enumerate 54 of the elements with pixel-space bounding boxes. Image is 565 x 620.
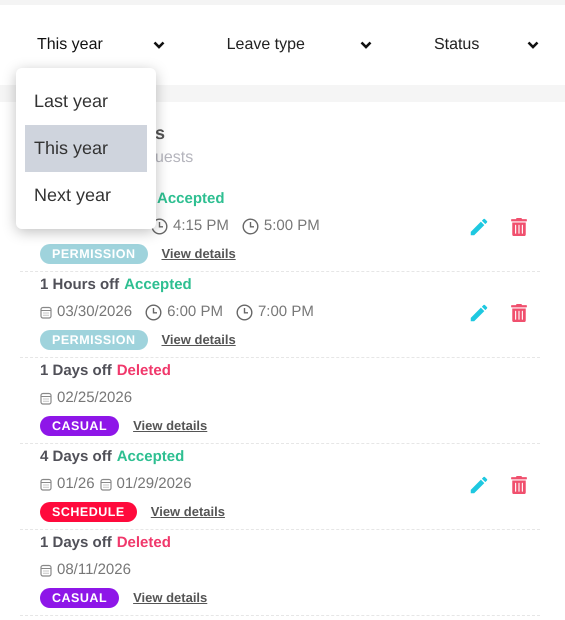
leave-date: 01/29/2026 [116, 475, 192, 493]
leave-status: Accepted [124, 276, 192, 294]
leave-date: 03/30/2026 [57, 303, 132, 321]
delete-icon[interactable] [510, 476, 528, 494]
leave-date: 08/11/2026 [57, 561, 131, 579]
chevron-down-icon [152, 41, 165, 49]
menu-item[interactable]: Last year [25, 78, 147, 125]
filter-dropdown[interactable]: This year [37, 36, 165, 54]
start-date: 01/26 [57, 475, 95, 493]
clock-icon [236, 304, 253, 320]
view-details-link[interactable]: View details [150, 503, 225, 521]
leave-duration: 4 Days off [40, 448, 112, 466]
leave-status: Deleted [116, 534, 171, 552]
calendar-icon [40, 478, 52, 490]
clock-icon [151, 218, 168, 234]
clock-icon [145, 304, 162, 320]
calendar-icon [40, 306, 52, 318]
edit-icon[interactable] [468, 302, 490, 324]
delete-icon[interactable] [510, 218, 528, 236]
leave-duration: 1 Hours off [40, 276, 120, 294]
leave-time: 5:00 PM [264, 217, 320, 235]
leave-date: 02/25/2026 [57, 389, 132, 407]
view-details-link[interactable]: View details [133, 589, 208, 607]
leave-time: 6:00 PM [167, 303, 223, 321]
leave-status: Accepted [116, 448, 184, 466]
leave-type-tag: SCHEDULE [40, 502, 137, 522]
leave-time: 7:00 PM [258, 303, 314, 321]
chevron-down-icon [360, 41, 372, 49]
filter-dropdown[interactable]: Leave type [226, 36, 372, 54]
calendar-icon [40, 564, 52, 576]
edit-icon[interactable] [468, 474, 490, 496]
leave-status: Accepted [157, 190, 225, 208]
chevron-down-icon [527, 41, 539, 49]
leave-type-tag: PERMISSION [40, 330, 148, 350]
leave-type-tag: PERMISSION [40, 244, 148, 264]
view-details-link[interactable]: View details [133, 417, 208, 435]
calendar-icon [100, 478, 112, 490]
view-details-link[interactable]: View details [162, 331, 236, 349]
card-subtitle: uests [155, 148, 194, 167]
leave-time: 4:15 PM [173, 217, 229, 235]
menu-item[interactable]: Next year [25, 172, 147, 219]
leave-duration: 1 Days off [40, 534, 112, 552]
view-details-link[interactable]: View details [162, 245, 236, 263]
leave-type-tag: CASUAL [40, 588, 120, 608]
leave-status: Deleted [116, 362, 171, 380]
calendar-icon [40, 392, 52, 404]
menu-item[interactable]: This year [25, 125, 147, 172]
clock-icon [242, 218, 259, 234]
filter-dropdown[interactable]: Status [434, 36, 539, 54]
delete-icon[interactable] [510, 304, 528, 322]
card-title: s [155, 123, 166, 143]
leave-duration: 1 Days off [40, 362, 112, 380]
edit-icon[interactable] [468, 216, 490, 238]
leave-type-tag: CASUAL [40, 416, 120, 436]
